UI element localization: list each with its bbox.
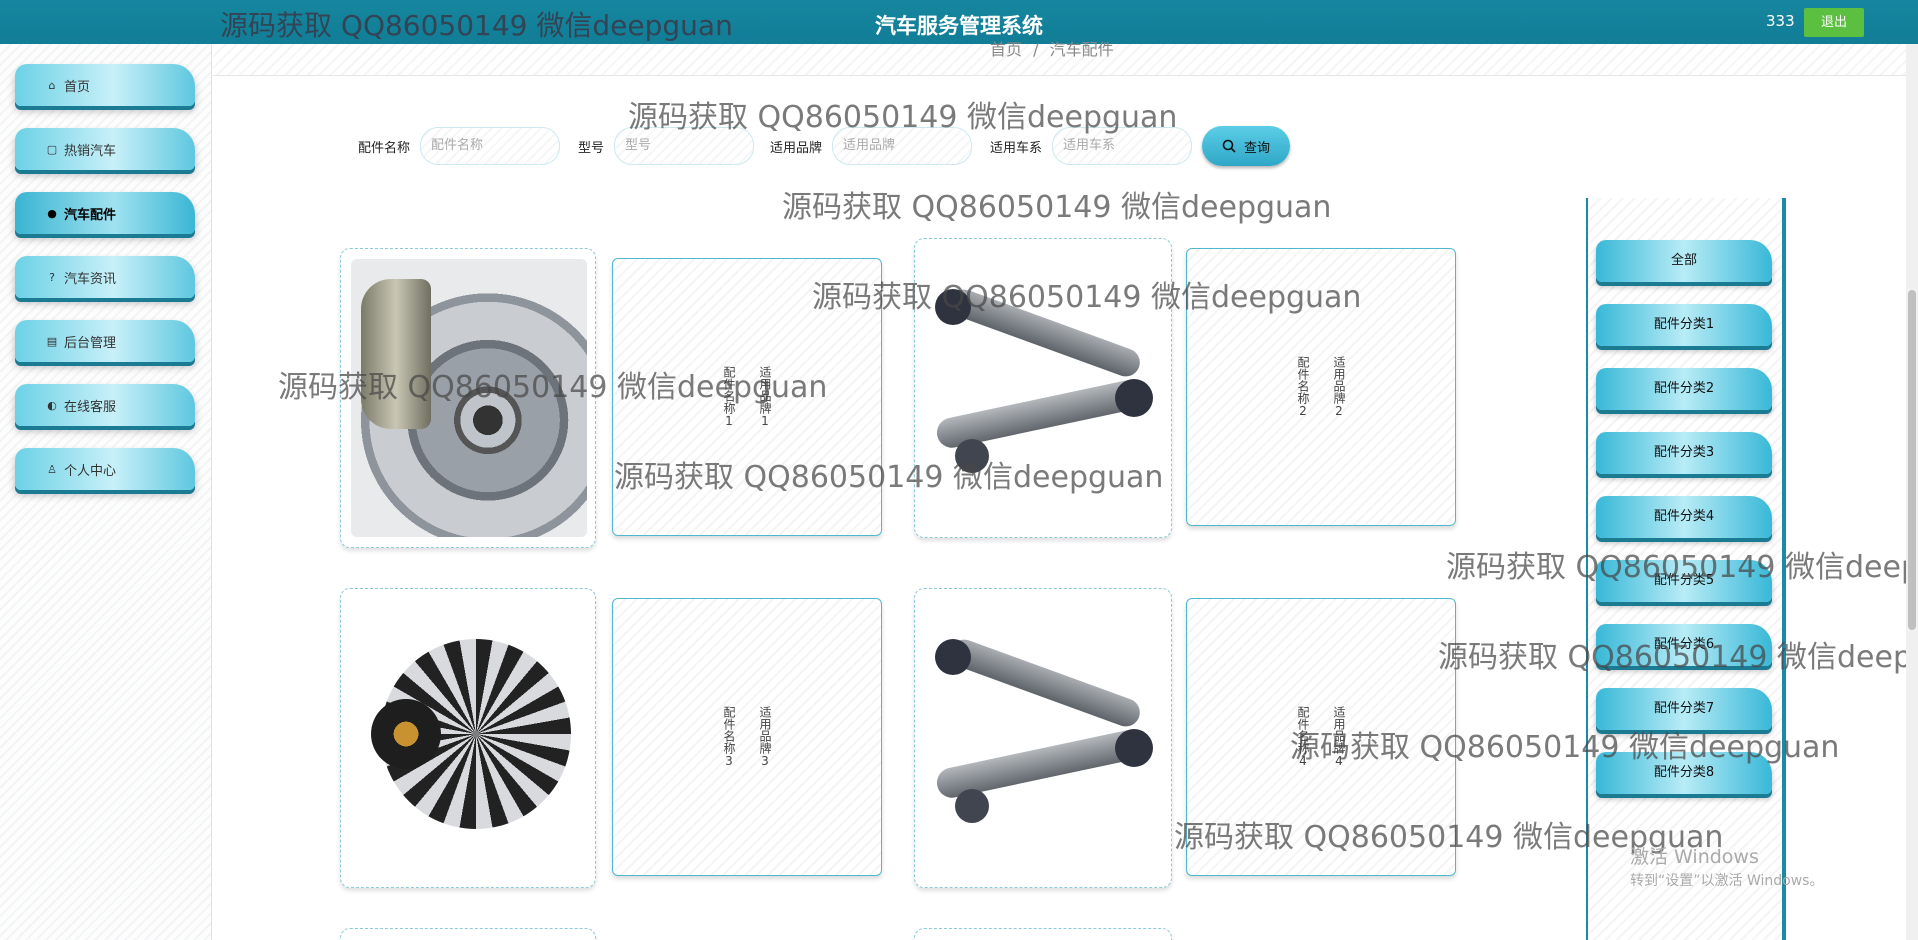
product-info-card[interactable]: 配件名称3 适用品牌3 [612, 598, 882, 876]
watermark-text: 源码获取 QQ86050149 微信deepguan [1290, 730, 1840, 765]
product-brand: 适用品牌3 [758, 706, 772, 768]
os-activation-title: 激活 Windows [1630, 846, 1759, 868]
sidebar-item-support[interactable]: ◐ 在线客服 [15, 384, 195, 426]
scrollbar-thumb[interactable] [1908, 290, 1916, 630]
model-label: 型号 [578, 140, 605, 156]
breadcrumb-current: 汽车配件 [1049, 40, 1114, 59]
search-button[interactable]: 查询 [1202, 126, 1290, 166]
sidebar-item-car-news[interactable]: ? 汽车资讯 [15, 256, 195, 298]
sidebar-item-hot-cars[interactable]: ▢ 热销汽车 [15, 128, 195, 170]
watermark-text: 源码获取 QQ86050149 微信deepguan [812, 280, 1362, 315]
brand-label: 适用品牌 [770, 140, 823, 156]
sidebar: ⌂ 首页 ▢ 热销汽车 ● 汽车配件 ? 汽车资讯 ▤ 后台管理 ◐ 在线客服 ♙ 个人中心 [0, 44, 212, 940]
sidebar-item-label: 汽车配件 [64, 207, 117, 223]
part-name-input[interactable]: 配件名称 [420, 127, 561, 165]
product-name: 配件名称2 [1296, 356, 1310, 418]
user-icon: ♙ [47, 462, 57, 476]
search-field-part-name: 配件名称 配件名称 [358, 126, 561, 166]
product-image-card[interactable] [914, 588, 1172, 888]
breadcrumb-separator: / [1033, 40, 1039, 59]
sidebar-item-home[interactable]: ⌂ 首页 [15, 64, 195, 106]
sidebar-item-label: 个人中心 [64, 463, 117, 479]
os-activation-hint: 转到“设置”以激活 Windows。 [1630, 873, 1824, 889]
series-label: 适用车系 [990, 140, 1043, 156]
brake-caliper-shape [361, 279, 431, 429]
watermark-text: 源码获取 QQ86050149 微信deepguan [278, 370, 828, 405]
sidebar-item-label: 在线客服 [64, 399, 117, 415]
bag-icon: ▢ [46, 142, 58, 156]
watermark-text: 源码获取 QQ86050149 微信deepguan [614, 460, 1164, 495]
search-button-label: 查询 [1243, 140, 1270, 156]
watermark-text: 源码获取 QQ86050149 微信deepguan [1438, 640, 1918, 675]
sidebar-item-label: 首页 [64, 79, 91, 95]
breadcrumb: 首页 / 汽车配件 [990, 36, 1114, 60]
username[interactable]: 333 [1766, 12, 1795, 30]
product-brand: 适用品牌2 [1332, 356, 1346, 418]
product-image-card[interactable] [340, 588, 596, 888]
logout-button[interactable]: 退出 [1804, 8, 1864, 37]
info-circle-icon: ● [47, 206, 57, 220]
breadcrumb-home[interactable]: 首页 [990, 40, 1022, 59]
product-image-card[interactable] [340, 928, 596, 940]
control-arm-image [925, 599, 1163, 877]
sidebar-item-label: 后台管理 [64, 335, 117, 351]
category-all-button[interactable]: 全部 [1596, 240, 1772, 282]
product-name: 配件名称3 [722, 706, 736, 768]
product-image-card[interactable] [914, 928, 1172, 940]
part-name-label: 配件名称 [358, 140, 411, 156]
category-button[interactable]: 配件分类3 [1596, 432, 1772, 474]
sidebar-item-admin[interactable]: ▤ 后台管理 [15, 320, 195, 362]
alternator-image [351, 599, 587, 877]
category-button[interactable]: 配件分类1 [1596, 304, 1772, 346]
sidebar-item-profile[interactable]: ♙ 个人中心 [15, 448, 195, 490]
watermark-text: 源码获取 QQ86050149 微信deepguan [782, 190, 1332, 225]
sidebar-item-car-parts[interactable]: ● 汽车配件 [15, 192, 195, 234]
sidebar-item-label: 热销汽车 [64, 143, 117, 159]
sidebar-item-label: 汽车资讯 [64, 271, 117, 287]
search-icon [1222, 139, 1236, 153]
home-icon: ⌂ [48, 78, 56, 92]
category-button[interactable]: 配件分类2 [1596, 368, 1772, 410]
watermark-text: 源码获取 QQ86050149 微信deepguan [1446, 550, 1918, 585]
top-bar: 源码获取 QQ86050149 微信deepguan 汽车服务管理系统 333 … [0, 0, 1918, 44]
watermark-text: 源码获取 QQ86050149 微信deepguan [628, 100, 1178, 135]
question-circle-icon: ? [49, 270, 55, 284]
headset-icon: ◐ [47, 398, 57, 412]
store-icon: ▤ [46, 334, 58, 348]
category-button[interactable]: 配件分类4 [1596, 496, 1772, 538]
system-title: 汽车服务管理系统 [875, 14, 1043, 38]
